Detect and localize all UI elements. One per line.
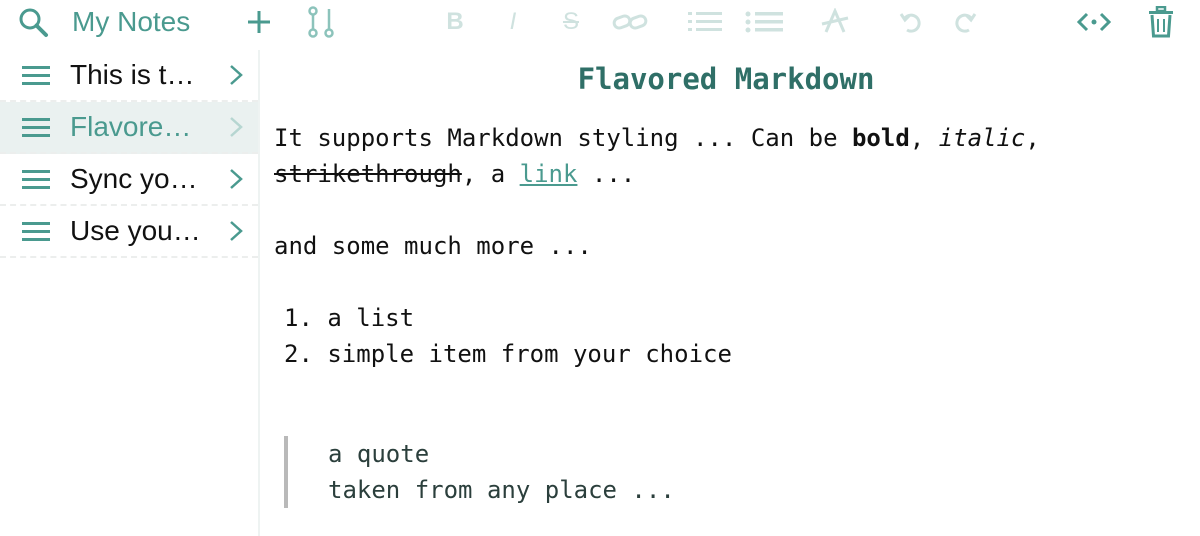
sidebar-item-note-3[interactable]: Sync yo…	[0, 154, 258, 206]
italic-text: italic	[938, 124, 1026, 152]
quote-line: taken from any place ...	[328, 476, 675, 504]
note-title: Flavored Markdown	[577, 62, 875, 96]
sidebar-item-note-1[interactable]: This is t…	[0, 50, 258, 102]
chevron-right-icon	[228, 116, 244, 138]
paragraph-1: It supports Markdown styling ... Can be …	[274, 120, 1040, 156]
clear-format-icon[interactable]	[820, 4, 850, 40]
text-run: ,	[1025, 124, 1040, 152]
text-run: It supports Markdown styling ... Can be	[274, 124, 852, 152]
bold-icon[interactable]: B	[440, 4, 470, 40]
sidebar-item-label: Sync yo…	[70, 163, 198, 194]
add-icon[interactable]	[244, 4, 274, 40]
chevron-right-icon	[228, 64, 244, 86]
sidebar-item-label: Flavore…	[70, 111, 192, 142]
text-run: ...	[577, 160, 636, 188]
sidebar-item-label: Use you…	[70, 215, 201, 246]
list-item: 2. simple item from your choice	[284, 340, 732, 368]
italic-icon[interactable]: I	[500, 4, 526, 40]
paragraph-2: and some much more ...	[274, 232, 592, 260]
sidebar-item-note-4[interactable]: Use you…	[0, 206, 258, 258]
chevron-right-icon	[228, 220, 244, 242]
trash-icon[interactable]	[1146, 4, 1176, 40]
menu-icon	[22, 64, 50, 86]
toolbar: My Notes B I S	[0, 0, 1200, 46]
blockquote: a quote taken from any place ...	[284, 436, 675, 508]
app-title: My Notes	[72, 6, 191, 37]
list-item: 1. a list	[284, 304, 415, 332]
strikethrough-text: strikethrough	[274, 160, 462, 188]
chevron-right-icon	[228, 168, 244, 190]
link-icon[interactable]	[610, 4, 650, 40]
undo-icon[interactable]	[898, 4, 924, 40]
redo-icon[interactable]	[952, 4, 978, 40]
branch-icon[interactable]	[304, 4, 338, 40]
bullet-list-icon[interactable]	[744, 4, 784, 40]
search-icon[interactable]	[16, 4, 50, 40]
text-run: , a	[461, 160, 520, 188]
menu-icon	[22, 168, 50, 190]
menu-icon	[22, 116, 50, 138]
sidebar-item-note-2[interactable]: Flavore…	[0, 102, 258, 154]
ordered-list-icon[interactable]	[686, 4, 724, 40]
link-text[interactable]: link	[520, 160, 578, 188]
sidebar-item-label: This is t…	[70, 59, 195, 90]
paragraph-1-cont: strikethrough, a link ...	[274, 156, 635, 192]
notes-sidebar: This is t… Flavore… Sync yo… Use you…	[0, 50, 260, 536]
menu-icon	[22, 220, 50, 242]
text-run: ,	[909, 124, 939, 152]
strikethrough-icon[interactable]: S	[556, 4, 586, 40]
quote-line: a quote	[328, 440, 430, 468]
code-view-icon[interactable]	[1076, 4, 1112, 40]
bold-text: bold	[851, 124, 910, 152]
